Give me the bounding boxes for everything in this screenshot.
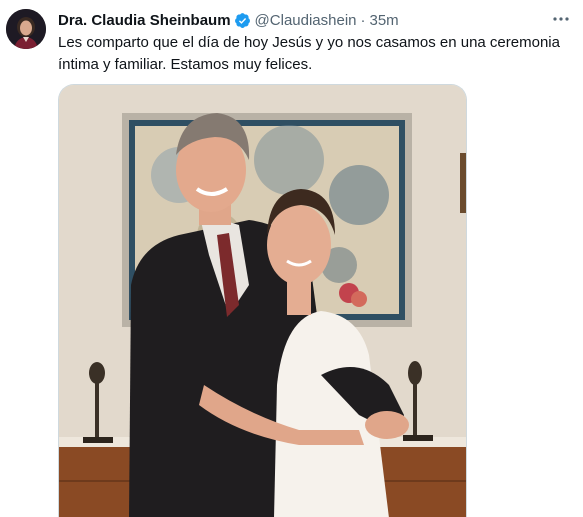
wedding-photo-image <box>59 85 466 517</box>
author-handle[interactable]: @Claudiashein <box>255 12 357 29</box>
tweet-text: Les comparto que el día de hoy Jesús y y… <box>58 34 560 73</box>
tweet-timestamp[interactable]: 35m <box>370 12 399 29</box>
more-options-icon <box>553 17 569 21</box>
author-name[interactable]: Dra. Claudia Sheinbaum <box>58 12 231 29</box>
tweet-photo[interactable] <box>58 84 467 517</box>
avatar-image <box>6 9 46 49</box>
more-options-button[interactable] <box>548 9 574 29</box>
verified-badge-icon <box>234 12 250 28</box>
tweet: Dra. Claudia Sheinbaum @Claudiashein · 3… <box>0 0 583 517</box>
tweet-header: Dra. Claudia Sheinbaum @Claudiashein · 3… <box>58 10 399 30</box>
author-avatar[interactable] <box>6 9 46 49</box>
separator-dot: · <box>360 11 366 29</box>
